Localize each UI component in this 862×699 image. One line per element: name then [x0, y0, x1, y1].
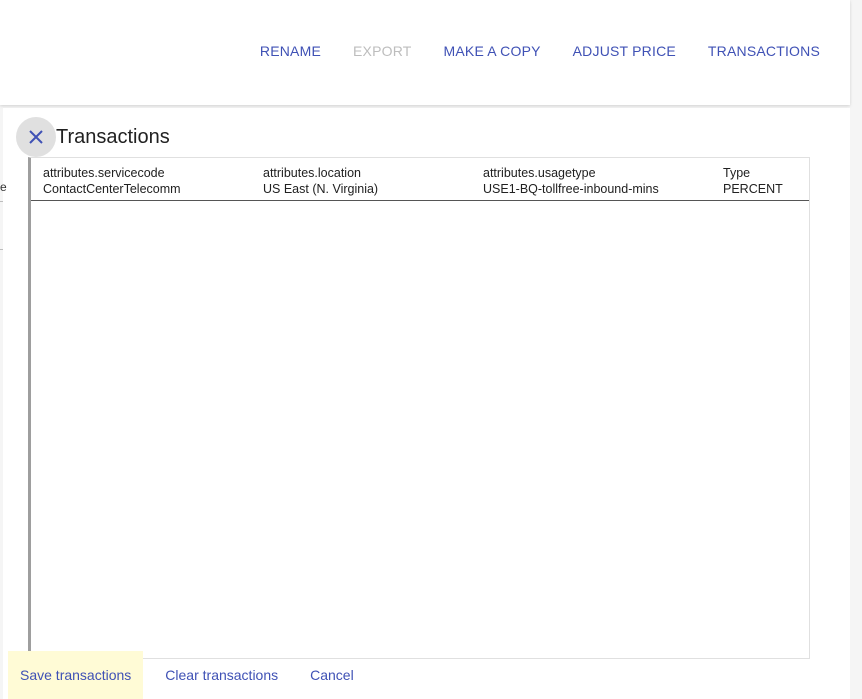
- close-icon: [29, 130, 43, 144]
- top-toolbar: RENAME EXPORT MAKE A COPY ADJUST PRICE T…: [0, 0, 850, 105]
- transactions-table: attributes.servicecode attributes.locati…: [28, 157, 810, 659]
- table-header-row: attributes.servicecode attributes.locati…: [43, 166, 813, 180]
- export-button: EXPORT: [353, 43, 412, 59]
- adjust-price-button[interactable]: ADJUST PRICE: [573, 43, 676, 59]
- dialog-footer: Save transactions Clear transactions Can…: [8, 651, 370, 699]
- table-cell: USE1-BQ-tollfree-inbound-mins: [483, 182, 659, 196]
- table-row[interactable]: ContactCenterTelecomm US East (N. Virgin…: [43, 182, 813, 196]
- table-cell: US East (N. Virginia): [263, 182, 379, 196]
- clear-transactions-button[interactable]: Clear transactions: [149, 651, 294, 699]
- table-cell: ContactCenterTelecomm: [43, 182, 181, 196]
- save-transactions-button[interactable]: Save transactions: [8, 651, 144, 699]
- transactions-dialog: Transactions attributes.servicecode attr…: [3, 108, 850, 699]
- table-cell: PERCENT: [723, 182, 783, 196]
- toolbar-actions: RENAME EXPORT MAKE A COPY ADJUST PRICE T…: [260, 43, 820, 59]
- close-button[interactable]: [16, 117, 56, 157]
- background-partial-text: e: [0, 180, 7, 194]
- column-header: attributes.location: [263, 166, 361, 180]
- dialog-title: Transactions: [56, 126, 170, 148]
- cancel-button[interactable]: Cancel: [294, 651, 370, 699]
- transactions-button[interactable]: TRANSACTIONS: [708, 43, 820, 59]
- column-header: Type: [723, 166, 751, 180]
- column-header: attributes.usagetype: [483, 166, 596, 180]
- make-copy-button[interactable]: MAKE A COPY: [444, 43, 541, 59]
- table-divider: [31, 200, 809, 201]
- column-header: attributes.servicecode: [43, 166, 165, 180]
- rename-button[interactable]: RENAME: [260, 43, 321, 59]
